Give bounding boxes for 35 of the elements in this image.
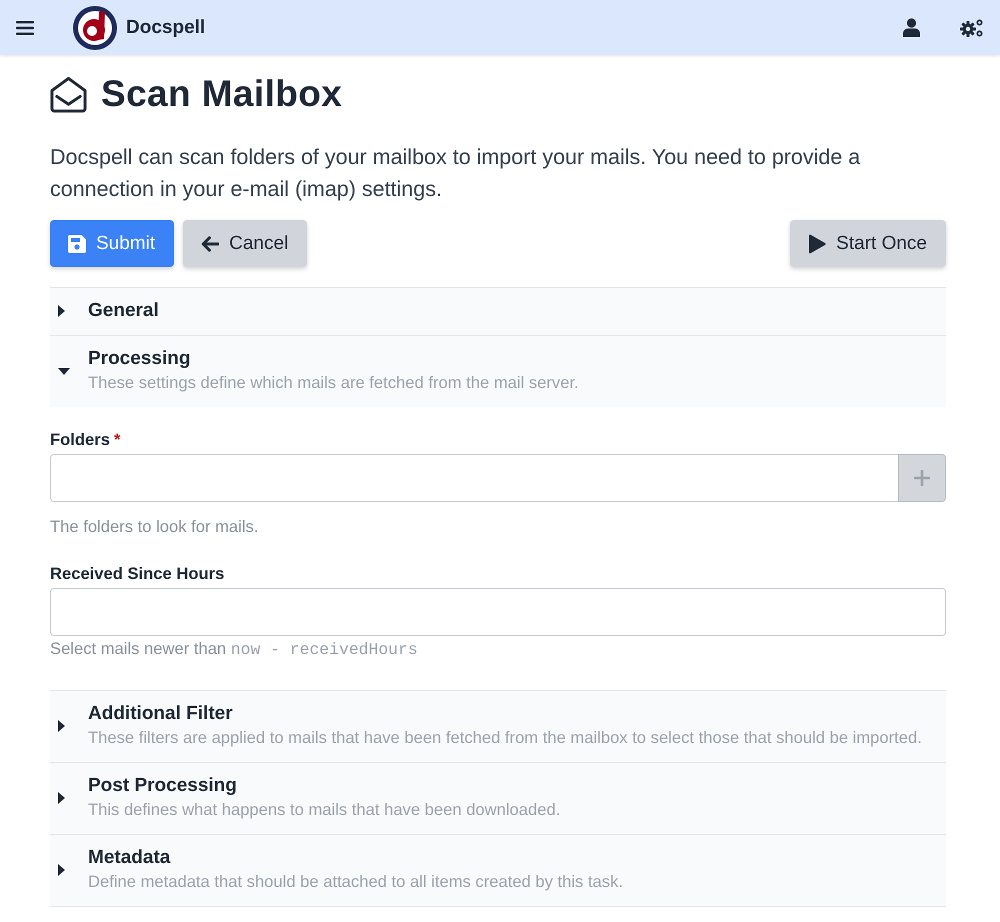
- section-title: Processing: [88, 347, 192, 371]
- section-title: Additional Filter: [88, 702, 234, 726]
- arrow-left-icon: [201, 234, 220, 252]
- field-label: Folders: [50, 430, 110, 450]
- section-description: These filters are applied to mails that have been fetched from the mailbox to select those that should be imported.: [88, 727, 922, 749]
- section-description: This defines what happens to mails that have been downloaded.: [88, 799, 560, 821]
- start-button[interactable]: Start Once: [790, 220, 946, 267]
- field-label: Received Since Hours: [50, 564, 224, 584]
- section-header[interactable]: General: [50, 287, 946, 335]
- help-text: Select mails newer than now - receivedHours: [50, 639, 419, 660]
- page-title: Scan Mailbox: [101, 72, 342, 116]
- required-mark: *: [114, 430, 120, 450]
- intro-text: Docspell can scan folders of your mailbox to import your mails. You need to provide a connection in your e-mail (imap) settings.: [50, 144, 862, 203]
- user-icon[interactable]: [903, 18, 920, 37]
- input-field[interactable]: [50, 454, 898, 502]
- section-header[interactable]: Processing These settings define which mails are fetched from the mail server.: [50, 335, 946, 407]
- envelope-open-icon: [50, 76, 87, 112]
- menu-icon[interactable]: [16, 20, 34, 34]
- section-header[interactable]: Additional Filter These filters are applied to mails that have been fetched from the mailbox to select those that should be imported.: [50, 690, 946, 762]
- settings-icon[interactable]: [960, 18, 984, 38]
- section-header[interactable]: Post Processing This defines what happens to mails that have been downloaded.: [50, 762, 946, 834]
- submit-button[interactable]: Submit: [50, 220, 174, 267]
- play-icon: [808, 234, 826, 254]
- brand-name[interactable]: Docspell: [126, 16, 206, 38]
- section-title: Post Processing: [88, 774, 238, 798]
- logo-icon[interactable]: [73, 6, 117, 50]
- help-text: The folders to look for mails.: [50, 517, 260, 537]
- section-title: General: [88, 299, 159, 323]
- section-description: Define metadata that should be attached to all items created by this task.: [88, 871, 623, 893]
- section-description: These settings define which mails are fetched from the mail server.: [88, 372, 579, 394]
- input-field[interactable]: [50, 588, 946, 636]
- plus-icon: [914, 470, 930, 486]
- section-header[interactable]: Metadata Define metadata that should be attached to all items created by this task.: [50, 834, 946, 906]
- cancel-button[interactable]: Cancel: [183, 220, 308, 267]
- section-title: Metadata: [88, 846, 172, 870]
